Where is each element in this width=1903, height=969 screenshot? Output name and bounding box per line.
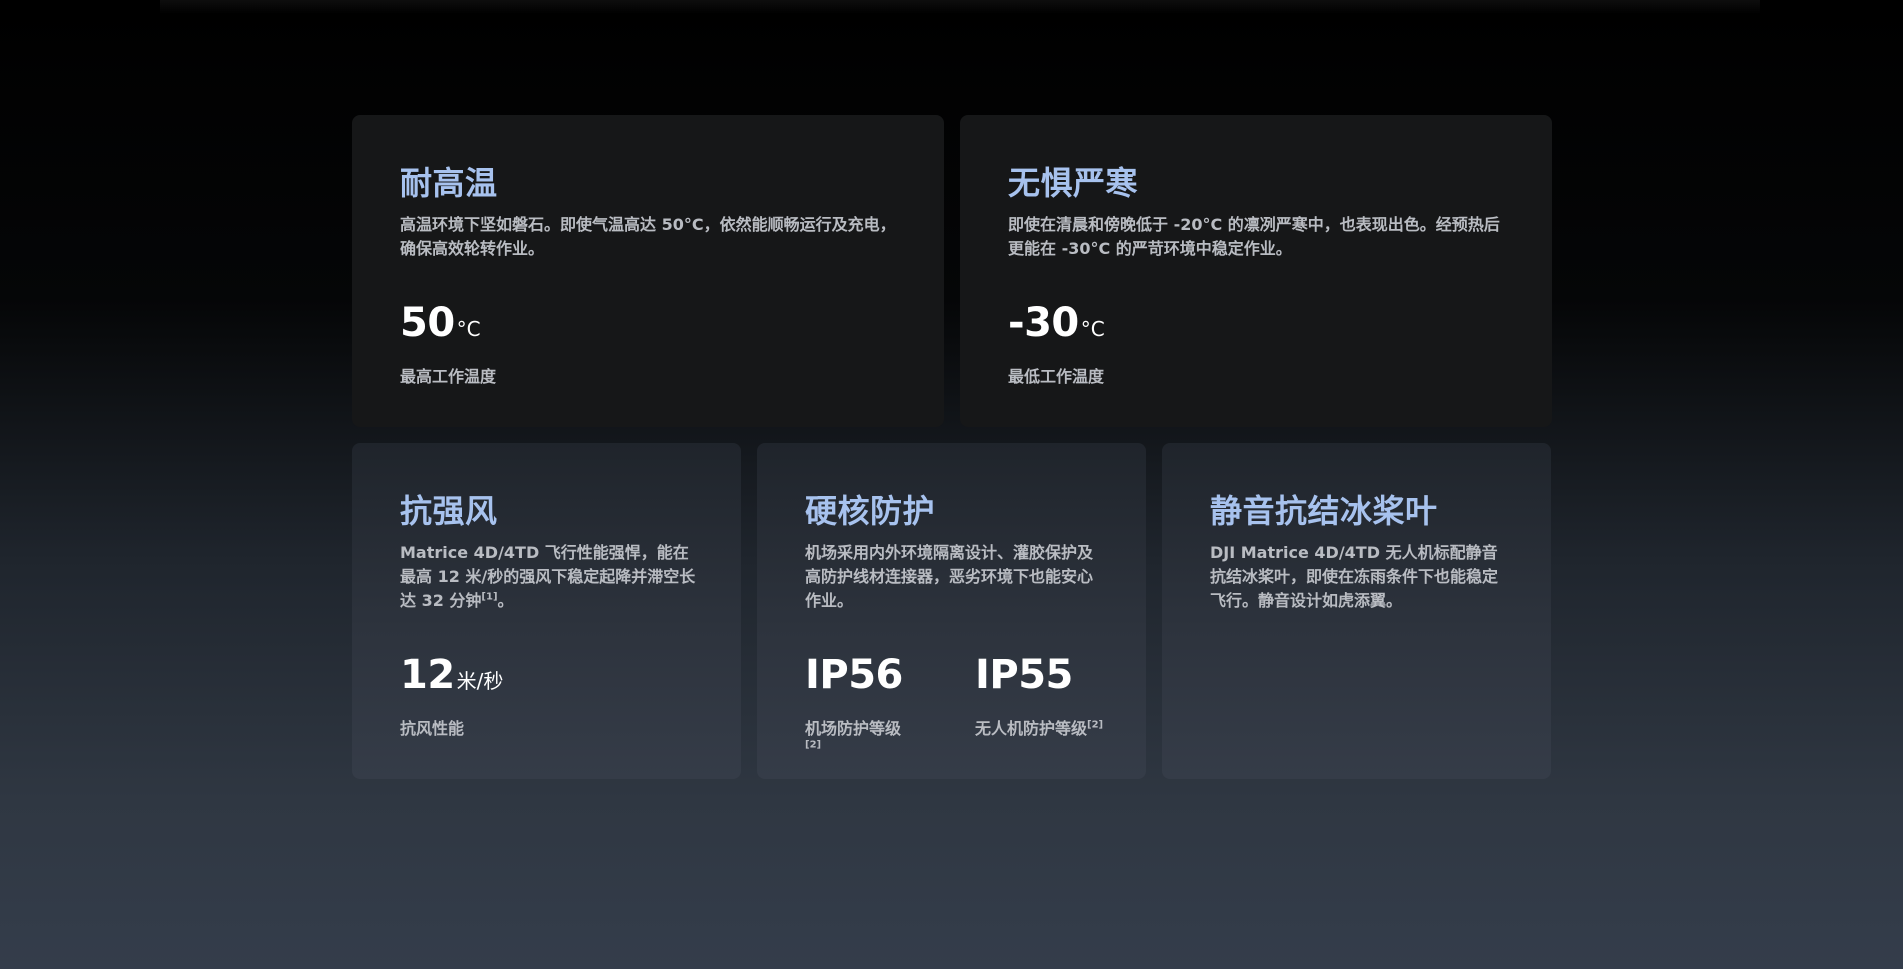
stat-label: 最高工作温度 [400,367,497,386]
stat-label: 最低工作温度 [1008,367,1105,386]
stat-value: 50 [400,300,455,346]
card-title: 耐高温 [400,164,498,202]
top-shadow [160,0,1760,14]
feature-card-anti-icing-propellers: 静音抗结冰桨叶 DJI Matrice 4D/4TD 无人机标配静音抗结冰桨叶，… [1162,443,1551,779]
stat-value: -30 [1008,300,1079,346]
stat-min-temperature: -30 °C 最低工作温度 [1008,301,1105,387]
stat-value: IP56 [805,652,903,698]
feature-card-wind-resistance: 抗强风 Matrice 4D/4TD 飞行性能强悍，能在最高 12 米/秒的强风… [352,443,741,779]
footnote-marker[interactable]: [2] [805,740,821,751]
footnote-marker[interactable]: [1] [481,592,497,603]
stat-label: 机场防护等级 [805,719,902,738]
card-stats: 50 °C 最高工作温度 [400,301,556,387]
stat-value: 12 [400,652,455,698]
feature-card-cold-resistance: 无惧严寒 即使在清晨和傍晚低于 -20°C 的凛冽严寒中，也表现出色。经预热后更… [960,115,1552,427]
card-description: 即使在清晨和傍晚低于 -20°C 的凛冽严寒中，也表现出色。经预热后更能在 -3… [1008,215,1500,258]
card-stats: 12 米/秒 抗风性能 [400,653,563,739]
stat-unit: °C [456,317,481,341]
card-description: 机场采用内外环境隔离设计、灌胶保护及高防护线材连接器，恶劣环境下也能安心作业。 [805,543,1094,610]
description-tail: 。 [497,591,514,610]
stat-label: 无人机防护等级 [975,719,1088,738]
card-description: Matrice 4D/4TD 飞行性能强悍，能在最高 12 米/秒的强风下稳定起… [400,541,696,613]
stat-dock-protection-rating: IP56 机场防护等级 [2] [805,653,915,758]
card-description: 高温环境下坚如磐石。即使气温高达 50°C，依然能顺畅运行及充电，确保高效轮转作… [400,215,896,258]
stat-unit: °C [1080,317,1105,341]
card-stats: -30 °C 最低工作温度 [1008,301,1165,387]
stat-wind-resistance: 12 米/秒 抗风性能 [400,653,503,739]
stat-label-wrap: 无人机防护等级[2] [975,715,1103,739]
card-title: 硬核防护 [805,492,936,530]
description-text: Matrice 4D/4TD 飞行性能强悍，能在最高 12 米/秒的强风下稳定起… [400,543,696,610]
card-title: 无惧严寒 [1008,164,1139,202]
feature-card-hardcore-protection: 硬核防护 机场采用内外环境隔离设计、灌胶保护及高防护线材连接器，恶劣环境下也能安… [757,443,1146,779]
card-stats: IP56 机场防护等级[2] IP55 无人机防护等级[2] [805,653,1103,758]
stat-unit: 米/秒 [456,669,504,693]
stat-label: 抗风性能 [400,719,465,738]
stat-max-temperature: 50 °C 最高工作温度 [400,301,496,387]
card-title: 静音抗结冰桨叶 [1210,492,1438,530]
card-title: 抗强风 [400,492,498,530]
feature-card-high-temperature: 耐高温 高温环境下坚如磐石。即使气温高达 50°C，依然能顺畅运行及充电，确保高… [352,115,944,427]
stat-drone-protection-rating: IP55 无人机防护等级[2] [975,653,1103,758]
stat-value: IP55 [975,652,1073,698]
footnote-marker[interactable]: [2] [1087,720,1103,731]
stat-label-wrap: 机场防护等级 [2] [805,715,915,758]
card-description: DJI Matrice 4D/4TD 无人机标配静音抗结冰桨叶，即使在冻雨条件下… [1210,543,1499,610]
